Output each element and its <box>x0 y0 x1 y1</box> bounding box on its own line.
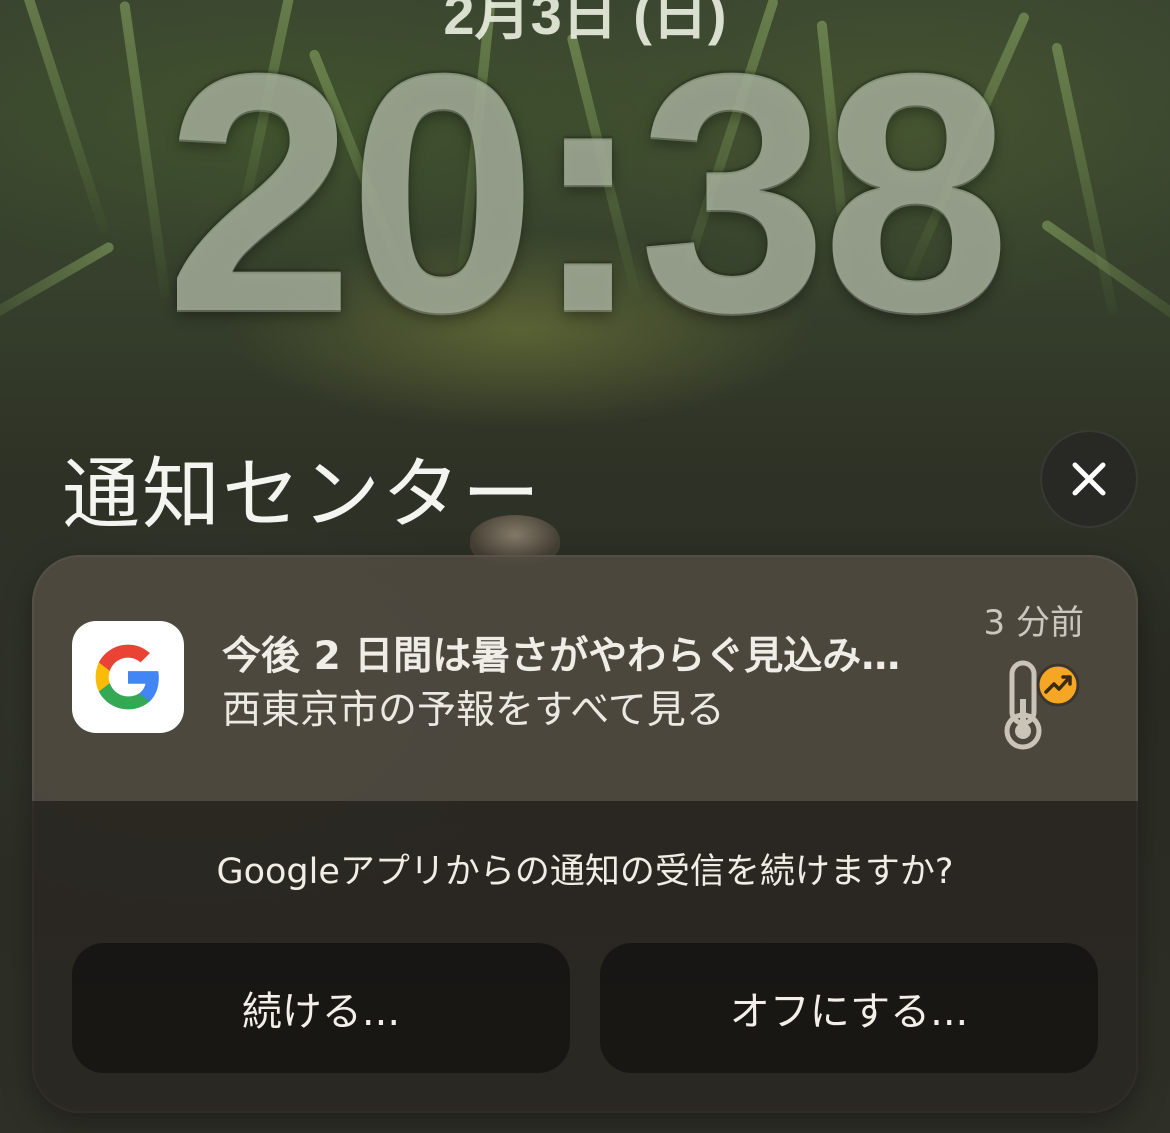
turn-off-button[interactable]: オフにする... <box>600 943 1098 1073</box>
notification-card[interactable]: 今後 2 日間は暑さがやわらぐ見込み… 西東京市の予報をすべて見る 3 分前 G… <box>32 555 1138 1113</box>
notification-content[interactable]: 今後 2 日間は暑さがやわらぐ見込み… 西東京市の予報をすべて見る 3 分前 <box>32 555 1138 801</box>
notification-prompt-question: Googleアプリからの通知の受信を続けますか? <box>216 852 954 892</box>
lock-clock: 20:38 <box>165 3 1011 383</box>
notification-title: 今後 2 日間は暑さがやわらぐ見込み… <box>222 634 901 679</box>
continue-button[interactable]: 続ける... <box>72 943 570 1073</box>
close-button[interactable] <box>1040 430 1138 528</box>
close-icon <box>1072 462 1106 496</box>
notification-time: 3 分前 <box>983 603 1084 643</box>
google-app-icon <box>72 621 184 733</box>
google-g-icon <box>95 644 159 710</box>
thermometer-trend-up-icon <box>1004 660 1080 750</box>
notification-center-title: 通知センター <box>62 450 543 540</box>
notification-body: 西東京市の予報をすべて見る <box>222 688 725 733</box>
